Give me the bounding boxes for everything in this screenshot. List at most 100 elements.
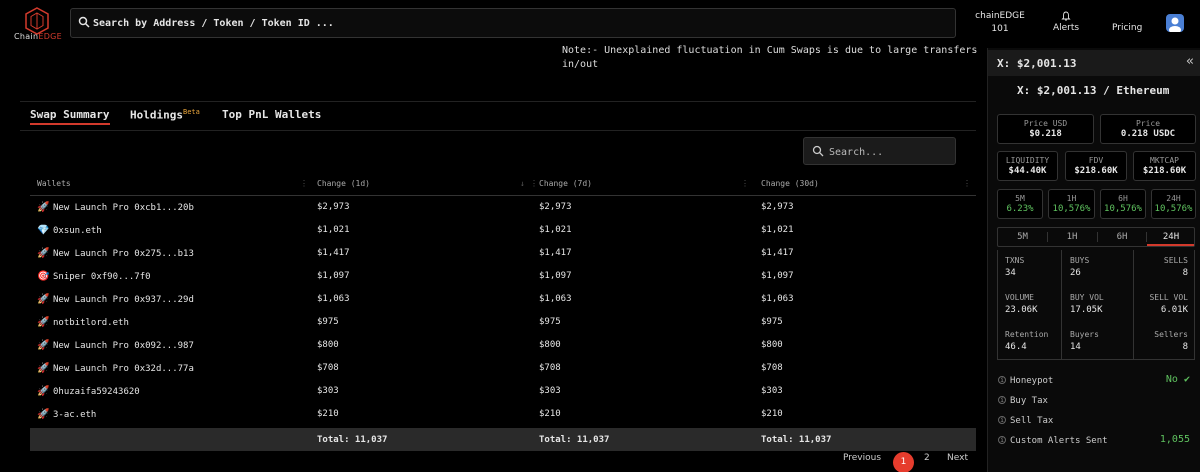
token-pair: X: $2,001.13 / Ethereum [1017, 84, 1170, 97]
wallet-cell[interactable]: 🚀 New Launch Pro 0xcb1...20b [37, 202, 194, 213]
avatar[interactable] [1166, 14, 1184, 32]
tab-top-pnl-wallets[interactable]: Top PnL Wallets [222, 108, 321, 121]
divider [1133, 250, 1134, 360]
tab-swap-summary[interactable]: Swap Summary [30, 108, 109, 121]
wallet-name: Sniper 0xf90...7f0 [53, 272, 151, 282]
change-1h-box[interactable]: 1H 10,576% [1048, 189, 1095, 219]
stat-label: SELLS [1163, 256, 1188, 265]
table-row[interactable]: 🚀 New Launch Pro 0x32d...77a $708 $708 $708 [30, 357, 976, 380]
change-7d-cell: $1,063 [539, 294, 572, 304]
table-row[interactable]: 🚀 notbitlord.eth $975 $975 $975 [30, 311, 976, 334]
change-5m-box[interactable]: 5M 6.23% [997, 189, 1043, 219]
change-30d-cell: $303 [761, 386, 783, 396]
column-header-change-7d[interactable]: Change (7d) ⋮ [539, 179, 749, 188]
wallet-cell[interactable]: 🚀 New Launch Pro 0x275...b13 [37, 248, 194, 259]
info-icon[interactable]: i [998, 376, 1006, 384]
total-30d: Total: 11,037 [761, 435, 832, 445]
rocket-icon: 🚀 [37, 248, 50, 259]
column-menu-icon[interactable]: ⋮ [300, 179, 308, 188]
alerts-button[interactable]: Alerts [1046, 11, 1086, 33]
change-1d-cell: $800 [317, 340, 339, 350]
change-30d-cell: $708 [761, 363, 783, 373]
divider [20, 101, 976, 102]
next-page-button[interactable]: Next [947, 453, 968, 463]
change-7d-cell: $975 [539, 317, 561, 327]
user-icon [1169, 17, 1181, 32]
column-menu-icon[interactable]: ⋮ [741, 179, 749, 188]
time-tab-5m[interactable]: 5M [998, 232, 1047, 242]
change-7d-cell: $1,417 [539, 248, 572, 258]
wallet-cell[interactable]: 💎 0xsun.eth [37, 225, 102, 236]
info-icon[interactable]: i [998, 396, 1006, 404]
collapse-icon[interactable]: « [1186, 54, 1194, 69]
page-1-button[interactable]: 1 [893, 452, 914, 472]
stat-value: 23.06K [1005, 305, 1038, 315]
change-1d-cell: $1,417 [317, 248, 350, 258]
info-icon[interactable]: i [998, 436, 1006, 444]
pricing-link[interactable]: Pricing [1112, 23, 1142, 33]
change-24h-box[interactable]: 24H 10,576% [1151, 189, 1196, 219]
change-value: 10,576% [1052, 204, 1091, 214]
diamond-icon: 💎 [37, 225, 50, 236]
wallet-cell[interactable]: 🎯 Sniper 0xf90...7f0 [37, 271, 151, 282]
previous-page-button[interactable]: Previous [843, 453, 881, 463]
change-label: 6H [1118, 194, 1128, 203]
stat-value: 8 [1182, 342, 1188, 352]
column-header-change-30d[interactable]: Change (30d) ⋮ [761, 179, 971, 188]
global-search[interactable] [70, 8, 956, 38]
page-2-button[interactable]: 2 [924, 453, 930, 463]
wallet-cell[interactable]: 🚀 notbitlord.eth [37, 317, 129, 328]
swap-summary-table: Wallets ⋮ Change (1d) ↓ ⋮ Change (7d) ⋮ Chan… [30, 172, 976, 451]
chain-selector[interactable]: chainEDGE 101 [970, 10, 1030, 36]
honeypot-label: Honeypot [1010, 376, 1054, 386]
table-row[interactable]: 🚀 New Launch Pro 0x092...987 $800 $800 $800 [30, 334, 976, 357]
change-1d-cell: $210 [317, 409, 339, 419]
beta-badge: Beta [182, 108, 200, 116]
change-30d-cell: $1,063 [761, 294, 794, 304]
time-tab-6h[interactable]: 6H [1097, 232, 1146, 242]
sell-tax-label: Sell Tax [1010, 416, 1054, 426]
token-panel-title: X: $2,001.13 [997, 57, 1077, 70]
time-tab-24h[interactable]: 24H [1146, 232, 1195, 242]
wallet-cell[interactable]: 🚀 New Launch Pro 0x937...29d [37, 294, 194, 305]
wallet-cell[interactable]: 🚀 New Launch Pro 0x092...987 [37, 340, 194, 351]
active-time-tab-indicator [1147, 244, 1194, 246]
sort-desc-icon[interactable]: ↓ [520, 179, 525, 188]
divider [1061, 250, 1062, 360]
wallet-name: 0huzaifa59243620 [53, 387, 140, 397]
stat-value: 26 [1070, 268, 1081, 278]
change-1d-cell: $2,973 [317, 202, 350, 212]
table-row[interactable]: 🚀 New Launch Pro 0xcb1...20b $2,973 $2,973 $… [30, 196, 976, 219]
stat-label: Buyers [1070, 330, 1099, 339]
stat-sell-vol: SELL VOL 6.01K [1149, 293, 1188, 315]
column-header-wallets[interactable]: Wallets ⋮ [37, 179, 308, 188]
column-menu-icon[interactable]: ⋮ [530, 179, 538, 188]
table-row[interactable]: 🚀 0huzaifa59243620 $303 $303 $303 [30, 380, 976, 403]
change-6h-box[interactable]: 6H 10,576% [1100, 189, 1146, 219]
honeypot-status: No [1165, 374, 1178, 385]
table-row[interactable]: 🚀 3-ac.eth $210 $210 $210 [30, 403, 976, 426]
total-7d: Total: 11,037 [539, 435, 610, 445]
stat-volume: VOLUME 23.06K [1005, 293, 1038, 315]
stat-value: 8 [1182, 268, 1188, 278]
target-icon: 🎯 [37, 271, 50, 282]
table-row[interactable]: 🚀 New Launch Pro 0x275...b13 $1,417 $1,417 $… [30, 242, 976, 265]
wallet-cell[interactable]: 🚀 3-ac.eth [37, 409, 96, 420]
time-tab-1h[interactable]: 1H [1047, 232, 1096, 242]
stat-label: VOLUME [1005, 293, 1034, 302]
tab-holdings[interactable]: HoldingsBeta [130, 108, 200, 122]
table-search-input[interactable] [829, 144, 949, 160]
column-header-change-1d[interactable]: Change (1d) ↓ ⋮ [317, 179, 538, 188]
column-menu-icon[interactable]: ⋮ [963, 179, 971, 188]
wallet-cell[interactable]: 🚀 0huzaifa59243620 [37, 386, 140, 397]
price-label: Price [1135, 119, 1161, 128]
wallet-cell[interactable]: 🚀 New Launch Pro 0x32d...77a [37, 363, 194, 374]
info-icon[interactable]: i [998, 416, 1006, 424]
check-icon: ✔ [1183, 374, 1190, 385]
wallet-name: New Launch Pro 0x32d...77a [53, 364, 194, 374]
table-row[interactable]: 🎯 Sniper 0xf90...7f0 $1,097 $1,097 $1,097 [30, 265, 976, 288]
table-row[interactable]: 💎 0xsun.eth $1,021 $1,021 $1,021 [30, 219, 976, 242]
table-search[interactable] [803, 137, 956, 165]
global-search-input[interactable] [93, 14, 943, 32]
table-row[interactable]: 🚀 New Launch Pro 0x937...29d $1,063 $1,063 $… [30, 288, 976, 311]
